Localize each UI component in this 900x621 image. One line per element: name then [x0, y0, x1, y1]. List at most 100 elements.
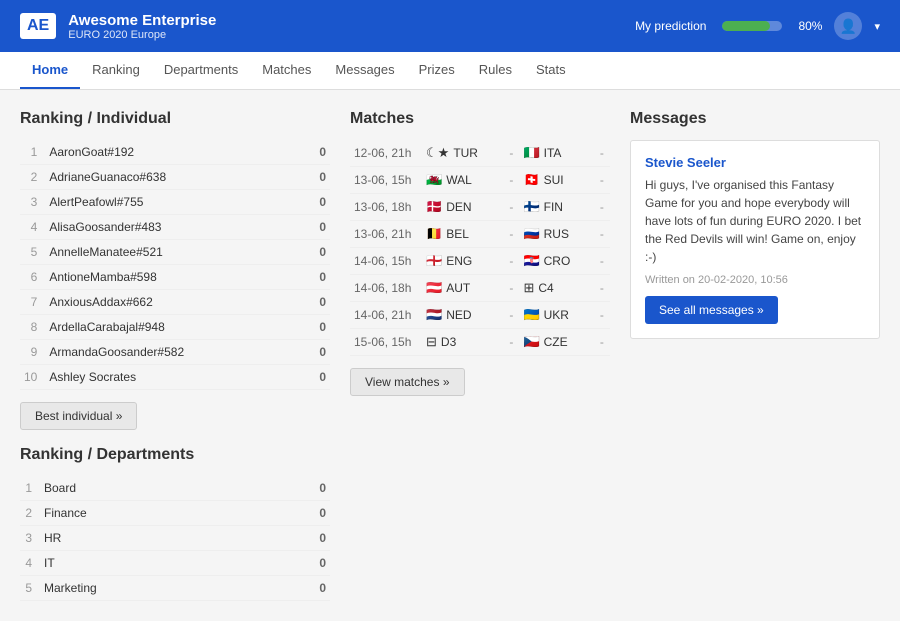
- score-cell: 0: [303, 340, 330, 365]
- team1-name: NED: [446, 308, 471, 322]
- list-item: 14-06, 18h 🇦🇹 AUT - ⊞ C4 -: [350, 275, 610, 302]
- match-score: -: [594, 248, 610, 275]
- panel-right: Messages Stevie Seeler Hi guys, I've org…: [630, 110, 880, 339]
- rank-cell: 4: [20, 551, 40, 576]
- match-separator: -: [503, 275, 519, 302]
- score-cell: 0: [303, 190, 330, 215]
- see-all-messages-button[interactable]: See all messages »: [645, 296, 778, 324]
- ranking-individual-table: 1 AaronGoat#192 0 2 AdrianeGuanaco#638 0…: [20, 140, 330, 390]
- table-row: 1 Board 0: [20, 476, 330, 501]
- match-team2: 🇮🇹 ITA: [519, 140, 593, 167]
- nav-prizes[interactable]: Prizes: [407, 52, 467, 89]
- table-row: 5 AnnelleManatee#521 0: [20, 240, 330, 265]
- rank-cell: 7: [20, 290, 45, 315]
- nav-rules[interactable]: Rules: [467, 52, 524, 89]
- nav-matches[interactable]: Matches: [250, 52, 323, 89]
- rank-cell: 2: [20, 165, 45, 190]
- messages-title: Messages: [630, 110, 880, 128]
- flag-icon: 🇦🇹: [426, 280, 442, 296]
- match-separator: -: [503, 302, 519, 329]
- match-team2: 🇨🇭 SUI: [519, 167, 593, 194]
- table-row: 3 HR 0: [20, 526, 330, 551]
- flag-icon: 🇳🇱: [426, 307, 442, 323]
- rank-cell: 1: [20, 140, 45, 165]
- name-cell: AlertPeafowl#755: [45, 190, 303, 215]
- team1-name: AUT: [446, 281, 470, 295]
- nav-departments[interactable]: Departments: [152, 52, 250, 89]
- app-title: Awesome Enterprise: [68, 12, 216, 29]
- match-team1: 🏴󠁧󠁢󠁥󠁮󠁧󠁿 ENG: [422, 248, 503, 275]
- match-score: -: [594, 329, 610, 356]
- name-cell: Ashley Socrates: [45, 365, 303, 390]
- rank-cell: 5: [20, 240, 45, 265]
- match-team1: 🇦🇹 AUT: [422, 275, 503, 302]
- list-item: 13-06, 18h 🇩🇰 DEN - 🇫🇮 FIN -: [350, 194, 610, 221]
- matches-table: 12-06, 21h ☾★ TUR - 🇮🇹 ITA - 13-06, 15h …: [350, 140, 610, 356]
- view-matches-button[interactable]: View matches »: [350, 368, 465, 396]
- user-avatar[interactable]: 👤: [834, 12, 862, 40]
- match-date: 13-06, 18h: [350, 194, 422, 221]
- rank-cell: 5: [20, 576, 40, 601]
- nav-home[interactable]: Home: [20, 52, 80, 89]
- list-item: 14-06, 21h 🇳🇱 NED - 🇺🇦 UKR -: [350, 302, 610, 329]
- match-team2: 🇭🇷 CRO: [519, 248, 593, 275]
- match-team1: ☾★ TUR: [422, 140, 503, 167]
- flag-icon: 🇷🇺: [523, 226, 539, 242]
- name-cell: ArmandaGoosander#582: [45, 340, 303, 365]
- match-team1: 🏴󠁧󠁢󠁷󠁬󠁳󠁿 WAL: [422, 167, 503, 194]
- table-row: 4 AlisaGoosander#483 0: [20, 215, 330, 240]
- name-cell: AlisaGoosander#483: [45, 215, 303, 240]
- match-separator: -: [503, 329, 519, 356]
- match-score: -: [594, 275, 610, 302]
- message-text: Hi guys, I've organised this Fantasy Gam…: [645, 176, 865, 266]
- match-separator: -: [503, 167, 519, 194]
- team1-name: TUR: [453, 146, 478, 160]
- rank-cell: 1: [20, 476, 40, 501]
- match-date: 14-06, 15h: [350, 248, 422, 275]
- matches-title: Matches: [350, 110, 610, 128]
- nav-ranking[interactable]: Ranking: [80, 52, 152, 89]
- rank-cell: 3: [20, 526, 40, 551]
- main-content: Ranking / Individual 1 AaronGoat#192 0 2…: [0, 90, 900, 621]
- match-score: -: [594, 302, 610, 329]
- message-author: Stevie Seeler: [645, 155, 865, 170]
- match-separator: -: [503, 194, 519, 221]
- flag-icon: 🇭🇷: [523, 253, 539, 269]
- message-date: Written on 20-02-2020, 10:56: [645, 274, 865, 286]
- nav-messages[interactable]: Messages: [323, 52, 406, 89]
- name-cell: AnxiousAddax#662: [45, 290, 303, 315]
- score-cell: 0: [273, 501, 330, 526]
- score-cell: 0: [303, 240, 330, 265]
- ranking-departments-table: 1 Board 0 2 Finance 0 3 HR 0 4 IT 0 5 Ma…: [20, 476, 330, 601]
- list-item: 15-06, 15h ⊟ D3 - 🇨🇿 CZE -: [350, 329, 610, 356]
- flag-icon: ⊞: [523, 280, 534, 296]
- prediction-label: My prediction: [635, 19, 706, 33]
- name-cell: HR: [40, 526, 273, 551]
- name-cell: Marketing: [40, 576, 273, 601]
- team2-name: UKR: [544, 308, 569, 322]
- team1-name: DEN: [446, 200, 471, 214]
- match-team1: 🇳🇱 NED: [422, 302, 503, 329]
- match-separator: -: [503, 140, 519, 167]
- match-team2: 🇫🇮 FIN: [519, 194, 593, 221]
- table-row: 10 Ashley Socrates 0: [20, 365, 330, 390]
- list-item: 13-06, 15h 🏴󠁧󠁢󠁷󠁬󠁳󠁿 WAL - 🇨🇭 SUI -: [350, 167, 610, 194]
- match-score: -: [594, 167, 610, 194]
- score-cell: 0: [303, 215, 330, 240]
- match-separator: -: [503, 221, 519, 248]
- match-team2: 🇨🇿 CZE: [519, 329, 593, 356]
- name-cell: AnnelleManatee#521: [45, 240, 303, 265]
- match-separator: -: [503, 248, 519, 275]
- best-individual-button[interactable]: Best individual »: [20, 402, 137, 430]
- nav-stats[interactable]: Stats: [524, 52, 578, 89]
- score-cell: 0: [273, 476, 330, 501]
- header: AE Awesome Enterprise EURO 2020 Europe M…: [0, 0, 900, 52]
- match-date: 13-06, 21h: [350, 221, 422, 248]
- rank-cell: 6: [20, 265, 45, 290]
- team2-name: CRO: [544, 254, 571, 268]
- user-dropdown-arrow[interactable]: ▾: [874, 20, 880, 33]
- score-cell: 0: [273, 526, 330, 551]
- ranking-departments-title: Ranking / Departments: [20, 446, 330, 464]
- table-row: 2 Finance 0: [20, 501, 330, 526]
- panel-left: Ranking / Individual 1 AaronGoat#192 0 2…: [20, 110, 330, 601]
